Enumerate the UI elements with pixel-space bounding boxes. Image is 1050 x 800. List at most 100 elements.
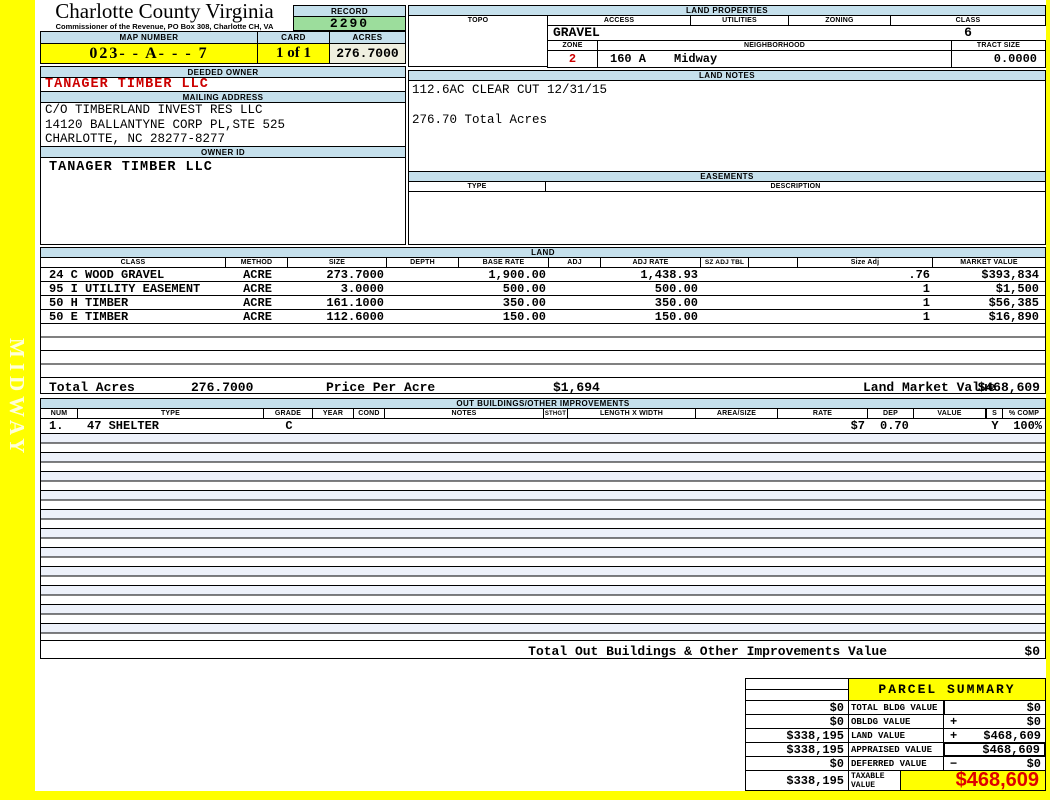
map-number-value: 023- - A- - - 7 [40, 43, 258, 64]
ob-row-1: 1. 47 SHELTER C $7 0.70 Y 100% [40, 418, 1046, 434]
land-row-size-adj: .76 [908, 267, 930, 282]
ob-total-label: Total Out Buildings & Other Improvements… [528, 644, 887, 659]
land-row-method: ACRE [243, 267, 272, 282]
land-row-1: 24 C WOOD GRAVEL ACRE 273.7000 1,900.00 … [40, 267, 1046, 282]
county-subtitle: Commissioner of the Revenue, PO Box 308,… [55, 22, 274, 31]
ps-value-3: $468,609 [982, 742, 1040, 757]
access-value: GRAVEL [553, 25, 600, 40]
address-line-3: CHARLOTTE, NC 28277-8277 [45, 132, 226, 146]
ps-cell-0: $0 [943, 700, 1046, 715]
land-row-adj-rate: 1,438.93 [640, 267, 698, 282]
utilities-label: UTILITIES [690, 15, 789, 26]
neighborhood-name: Midway [674, 52, 718, 66]
ob-grade: C [285, 419, 293, 433]
ps-label-2: LAND VALUE [848, 728, 944, 743]
ps-taxable-value: $468,609 [900, 769, 1046, 791]
county-header: Charlotte County Virginia Commissioner o… [38, 0, 291, 32]
ob-total-value: $0 [1024, 644, 1040, 659]
class-value: 6 [964, 25, 972, 40]
land-row-class: 24 C WOOD GRAVEL [49, 267, 165, 282]
price-per-acre-value: $1,694 [553, 380, 600, 395]
land-row-size-adj: 1 [922, 281, 930, 296]
tract-size-value: 0.0000 [951, 50, 1046, 68]
land-row-size: 3.0000 [340, 281, 384, 296]
land-row-class: 50 H TIMBER [49, 295, 129, 310]
ps-cell-1: + $0 [943, 714, 1046, 729]
ps-left-1: $0 [745, 714, 849, 729]
land-row-size: 112.6000 [326, 309, 384, 324]
land-row-size-adj: 1 [922, 309, 930, 324]
ps-taxable-label-line1: TAXABLE [851, 772, 885, 781]
ob-type: 47 SHELTER [87, 419, 160, 433]
card-value: 1 of 1 [257, 43, 330, 64]
land-row-adj-rate: 500.00 [654, 281, 698, 296]
land-market-value: $468,609 [977, 380, 1040, 395]
property-record-card: MIDWAY Charlotte County Virginia Commiss… [0, 0, 1050, 800]
ps-label-0: TOTAL BLDG VALUE [848, 700, 944, 715]
land-row-size: 161.1000 [326, 295, 384, 310]
owner-id-value: TANAGER TIMBER LLC [40, 157, 406, 245]
land-row-size: 273.7000 [326, 267, 384, 282]
ps-left-0: $0 [745, 700, 849, 715]
easements-body [408, 191, 1046, 245]
ps-value-1: $0 [1026, 714, 1041, 729]
mailing-address: C/O TIMBERLAND INVEST RES LLC 14120 BALL… [40, 102, 406, 147]
ps-value-0: $0 [1026, 700, 1041, 715]
land-total-row: Total Acres 276.7000 Price Per Acre $1,6… [40, 377, 1046, 395]
ps-taxable-left: $338,195 [745, 770, 849, 791]
ps-label-3: APPRAISED VALUE [848, 742, 944, 757]
parcel-summary-title: PARCEL SUMMARY [848, 678, 1046, 701]
ps-taxable-label: TAXABLE VALUE [848, 770, 901, 791]
land-row-class: 50 E TIMBER [49, 309, 129, 324]
land-row-3: 50 H TIMBER ACRE 161.1000 350.00 350.00 … [40, 295, 1046, 310]
ps-left-2: $338,195 [745, 728, 849, 743]
topo-value [408, 25, 548, 67]
ob-pct-comp: 100% [1013, 419, 1042, 433]
neighborhood-code: 160 A [610, 52, 647, 66]
land-row-market-value: $56,385 [988, 295, 1039, 310]
ob-total-row: Total Out Buildings & Other Improvements… [40, 640, 1046, 659]
zone-value: 2 [547, 50, 598, 68]
county-title: Charlotte County Virginia [55, 0, 274, 23]
address-line-2: 14120 BALLANTYNE CORP PL,STE 525 [45, 117, 286, 132]
land-row-class: 95 I UTILITY EASEMENT [49, 281, 201, 296]
land-row-market-value: $393,834 [981, 267, 1039, 282]
land-row-base-rate: 150.00 [502, 309, 546, 324]
ps-cell-3: $468,609 [943, 742, 1046, 757]
land-row-4: 50 E TIMBER ACRE 112.6000 150.00 150.00 … [40, 309, 1046, 324]
ps-cell-2: + $468,609 [943, 728, 1046, 743]
land-row-2: 95 I UTILITY EASEMENT ACRE 3.0000 500.00… [40, 281, 1046, 296]
ob-dep: 0.70 [880, 419, 909, 433]
total-acres-label: Total Acres [49, 380, 135, 395]
land-market-value-label: Land Market Value [863, 380, 996, 395]
ob-num: 1. [49, 419, 64, 433]
land-row-market-value: $1,500 [995, 281, 1039, 296]
ps-label-1: OBLDG VALUE [848, 714, 944, 729]
land-row-adj-rate: 150.00 [654, 309, 698, 324]
ps-op-1: + [950, 714, 958, 729]
ob-s-flag: Y [991, 419, 999, 433]
acres-value: 276.7000 [329, 43, 406, 64]
land-row-market-value: $16,890 [988, 309, 1039, 324]
land-row-base-rate: 500.00 [502, 281, 546, 296]
price-per-acre-label: Price Per Acre [326, 380, 436, 395]
land-row-base-rate: 1,900.00 [488, 267, 546, 282]
land-row-size-adj: 1 [922, 295, 930, 310]
neighborhood-margin-label: MIDWAY [5, 338, 29, 459]
land-row-method: ACRE [243, 281, 272, 296]
ob-empty-rows [40, 433, 1046, 641]
land-note-line-2: 276.70 Total Acres [412, 113, 548, 127]
neighborhood-value: 160 A Midway [597, 50, 952, 68]
address-line-1: C/O TIMBERLAND INVEST RES LLC [45, 103, 263, 117]
record-value: 2290 [293, 16, 406, 31]
land-row-method: ACRE [243, 295, 272, 310]
ob-rate: $7 [850, 419, 865, 433]
ps-taxable-label-line2: VALUE [851, 781, 876, 790]
ps-left-3: $338,195 [745, 742, 849, 757]
total-acres-value: 276.7000 [191, 380, 254, 395]
ps-value-2: $468,609 [983, 728, 1041, 743]
land-row-base-rate: 350.00 [502, 295, 546, 310]
zoning-label: ZONING [788, 15, 891, 26]
land-row-adj-rate: 350.00 [654, 295, 698, 310]
deeded-owner-value: TANAGER TIMBER LLC [40, 77, 406, 92]
